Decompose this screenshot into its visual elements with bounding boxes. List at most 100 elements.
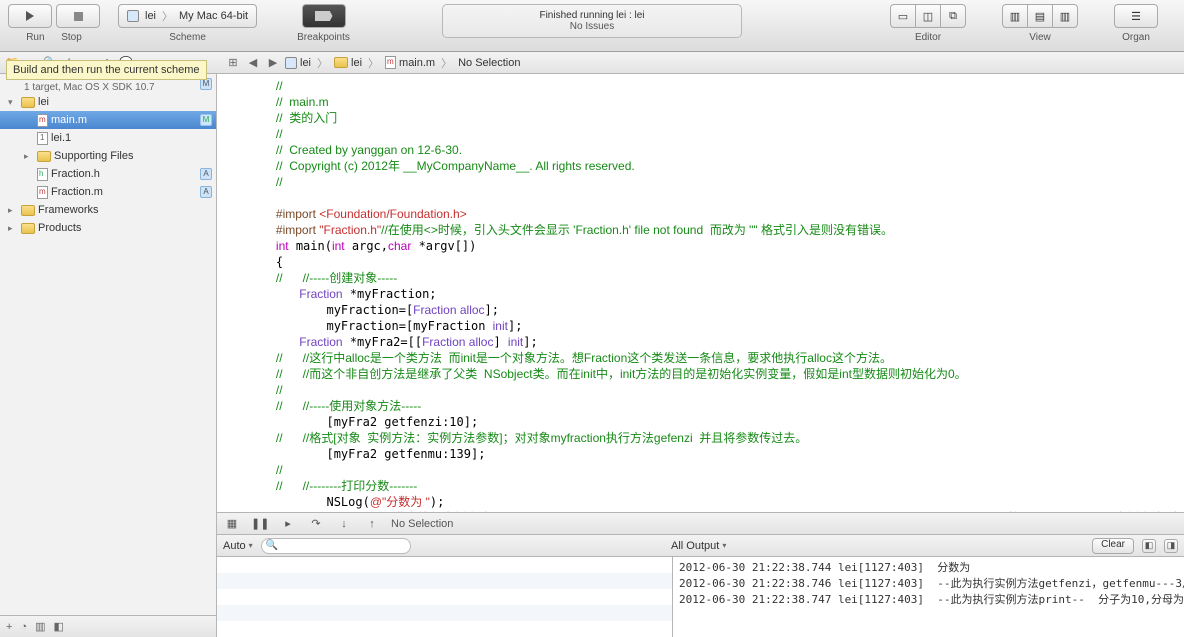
filter-scm-icon[interactable]: ▥ [35, 620, 45, 633]
file-icon [37, 168, 48, 181]
folder-icon [37, 151, 51, 162]
variables-scope-dropdown[interactable]: Auto▾ [223, 540, 253, 552]
add-button[interactable]: + [6, 621, 12, 633]
debug-bar: ▦ ❚❚ ▸ ↷ ↓ ↑ No Selection [217, 513, 1184, 535]
tree-row-main-m[interactable]: main.m M [0, 111, 216, 129]
continue-button[interactable]: ▸ [279, 517, 297, 530]
version-editor-button[interactable]: ⧉ [940, 4, 966, 28]
scheme-target: lei [145, 10, 156, 22]
assistant-editor-button[interactable]: ◫ [915, 4, 941, 28]
breakpoints-label: Breakpoints [297, 32, 350, 43]
related-items-icon[interactable]: ⊞ [225, 55, 241, 71]
console-filter-bar: Auto▾ 🔍 All Output▾ Clear ◧ ◨ [217, 535, 1184, 557]
file-icon [37, 132, 48, 145]
scheme-destination: My Mac 64-bit [179, 10, 248, 22]
tree-label: Fraction.h [51, 168, 100, 180]
project-icon [285, 57, 297, 69]
variables-view[interactable] [217, 557, 673, 637]
tree-label: main.m [51, 114, 87, 126]
folder-icon [21, 205, 35, 216]
tree-label: lei.1 [51, 132, 71, 144]
status-line1: Finished running lei : lei [539, 10, 644, 21]
tree-label: Frameworks [38, 204, 99, 216]
search-icon: 🔍 [266, 540, 278, 551]
tree-label: Supporting Files [54, 150, 134, 162]
standard-editor-button[interactable]: ▭ [890, 4, 916, 28]
editor-mode-segment[interactable]: ▭ ◫ ⧉ [890, 4, 966, 28]
file-icon [37, 186, 48, 199]
toggle-navigator-button[interactable]: ▥ [1002, 4, 1028, 28]
output-filter-dropdown[interactable]: All Output▾ [671, 540, 726, 552]
organizer-label: Organ [1122, 32, 1150, 43]
scm-badge: M [200, 114, 212, 126]
navigator-sidebar: M 1 target, Mac OS X SDK 10.7 ▾leimain.m… [0, 74, 217, 637]
tree-label: Products [38, 222, 81, 234]
scm-badge: A [200, 168, 212, 180]
file-icon [37, 114, 48, 127]
console-right-pane-icon[interactable]: ◨ [1164, 539, 1178, 553]
step-out-button[interactable]: ↑ [363, 518, 381, 530]
status-line2: No Issues [570, 21, 614, 32]
tree-row-supporting-files[interactable]: ▸Supporting Files [0, 147, 216, 165]
clear-console-button[interactable]: Clear [1092, 538, 1134, 554]
run-label: Run [26, 32, 44, 43]
back-button[interactable]: ◀ [245, 55, 261, 71]
chevron-icon: 〉 [317, 55, 328, 71]
tree-label: lei [38, 96, 49, 108]
folder-icon [21, 97, 35, 108]
chevron-right-icon: 〉 [162, 8, 173, 24]
file-icon [385, 56, 396, 69]
view-segment[interactable]: ▥ ▤ ▥ [1002, 4, 1078, 28]
hide-debug-icon[interactable]: ▦ [223, 517, 241, 530]
scheme-selector[interactable]: lei 〉 My Mac 64-bit [118, 4, 257, 28]
forward-button[interactable]: ▶ [265, 55, 281, 71]
filter-unsaved-icon[interactable]: ◧ [54, 620, 64, 633]
console-output[interactable]: 2012-06-30 21:22:38.744 lei[1127:403] 分数… [673, 557, 1184, 637]
tree-row-fraction-m[interactable]: Fraction.m A [0, 183, 216, 201]
activity-status: Finished running lei : lei No Issues [442, 4, 742, 38]
chevron-icon: 〉 [441, 55, 452, 71]
crumb-project[interactable]: lei [285, 57, 311, 69]
folder-icon [21, 223, 35, 234]
run-tooltip: Build and then run the current scheme [6, 60, 207, 80]
tree-row-products[interactable]: ▸Products [0, 219, 216, 237]
stop-label: Stop [61, 32, 82, 43]
navigator-footer: + ◔ ▥ ◧ [0, 615, 216, 637]
organizer-button[interactable]: ☰ [1114, 4, 1158, 28]
editor-label: Editor [915, 32, 941, 43]
folder-icon [334, 57, 348, 68]
toolbar: Run Stop lei 〉 My Mac 64-bit Scheme Brea… [0, 0, 1184, 52]
variables-search[interactable]: 🔍 [261, 538, 411, 554]
breakpoints-toggle[interactable] [302, 4, 346, 28]
step-over-button[interactable]: ↷ [307, 517, 325, 530]
debug-console: 2012-06-30 21:22:38.744 lei[1127:403] 分数… [217, 557, 1184, 637]
chevron-icon: 〉 [368, 55, 379, 71]
breakpoint-icon [315, 11, 333, 21]
crumb-folder[interactable]: lei [334, 57, 362, 69]
console-left-pane-icon[interactable]: ◧ [1142, 539, 1156, 553]
tree-row-lei[interactable]: ▾lei [0, 93, 216, 111]
stop-icon [74, 12, 83, 21]
debug-thread-label: No Selection [391, 518, 453, 530]
project-targets-line: 1 target, Mac OS X SDK 10.7 [0, 82, 216, 93]
stop-button[interactable] [56, 4, 100, 28]
tree-row-lei-1[interactable]: lei.1 [0, 129, 216, 147]
scm-badge: A [200, 186, 212, 198]
tree-row-frameworks[interactable]: ▸Frameworks [0, 201, 216, 219]
crumb-file[interactable]: main.m [385, 56, 435, 69]
tree-label: Fraction.m [51, 186, 103, 198]
tree-row-fraction-h[interactable]: Fraction.h A [0, 165, 216, 183]
step-into-button[interactable]: ↓ [335, 518, 353, 530]
toggle-utilities-button[interactable]: ▥ [1052, 4, 1078, 28]
target-icon [127, 10, 139, 22]
source-editor[interactable]: // // main.m // 类的入门 // // Created by ya… [217, 74, 1184, 513]
toggle-debug-button[interactable]: ▤ [1027, 4, 1053, 28]
view-label: View [1029, 32, 1051, 43]
pause-button[interactable]: ❚❚ [251, 517, 269, 530]
play-icon [26, 11, 34, 21]
crumb-selection[interactable]: No Selection [458, 57, 520, 69]
run-button[interactable] [8, 4, 52, 28]
file-tree[interactable]: ▾leimain.mMlei.1▸Supporting FilesFractio… [0, 93, 216, 615]
filter-recent-icon[interactable]: ◔ [20, 621, 27, 633]
scheme-label: Scheme [169, 32, 206, 43]
